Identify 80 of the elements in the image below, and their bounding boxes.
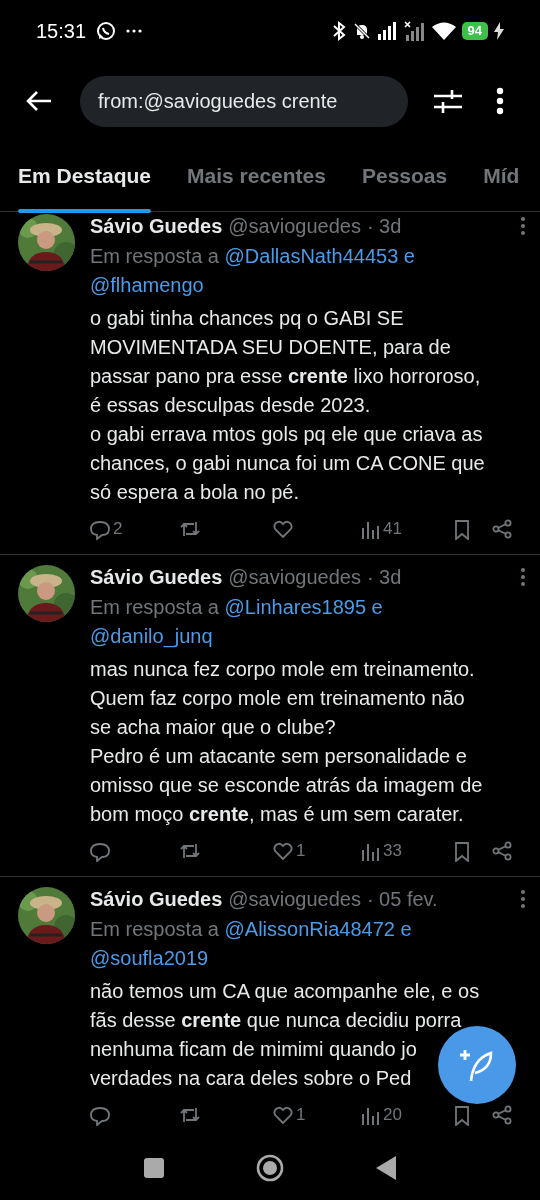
muted-bell-icon bbox=[351, 21, 372, 41]
reply-context: Em resposta a @DallasNath44453 e @flhamengo bbox=[90, 244, 416, 298]
post-text-line: omisso que se esconde atrás da imagem de bbox=[90, 773, 483, 798]
post-text-line: só espera a bola no pé. bbox=[90, 480, 300, 505]
mention-link[interactable]: @AlissonRia48472 bbox=[224, 918, 395, 940]
charging-icon bbox=[494, 22, 504, 40]
avatar bbox=[18, 887, 75, 944]
post-text-line: verdades na cara deles sobre o Ped bbox=[90, 1066, 412, 1091]
post-text-line: é essas desculpas desde 2023. bbox=[90, 393, 371, 418]
post-date: · 05 fev. bbox=[366, 887, 438, 912]
filter-icon[interactable] bbox=[434, 89, 462, 113]
author-name[interactable]: Sávio Guedes bbox=[90, 212, 223, 241]
post-text-line: Pedro é um atacante sem personalidade e bbox=[90, 744, 467, 769]
reply-icon[interactable] bbox=[90, 518, 110, 540]
post-text-line: se acha maior que o clube? bbox=[90, 715, 336, 740]
post-text-line: bom moço crente, mas é um sem carater. bbox=[90, 802, 464, 827]
post-date: · 3d bbox=[366, 214, 402, 239]
mention-link[interactable]: @danilo_junq bbox=[90, 625, 213, 647]
heart-icon[interactable] bbox=[273, 840, 293, 862]
reply-count: 2 bbox=[113, 518, 123, 541]
post-text-line: MOVIMENTADA SEU DOENTE, para de bbox=[90, 335, 451, 360]
post-text-line: o gabi tinha chances pq o GABI SE bbox=[90, 306, 404, 331]
bluetooth-icon bbox=[331, 21, 346, 41]
bookmark-icon[interactable] bbox=[452, 1104, 472, 1126]
back-button-icon[interactable] bbox=[376, 1156, 396, 1180]
avatar bbox=[18, 565, 75, 622]
mention-link[interactable]: @Linhares1895 bbox=[224, 596, 367, 618]
author-handle: @savioguedes bbox=[228, 214, 361, 239]
like-count: 1 bbox=[296, 840, 306, 863]
reply-icon[interactable] bbox=[90, 840, 110, 862]
reply-icon[interactable] bbox=[90, 1104, 110, 1126]
views-count: 20 bbox=[383, 1104, 402, 1127]
post-text-line: o gabi errava mtos gols pq ele que criava as bbox=[90, 422, 483, 447]
share-icon[interactable] bbox=[492, 1104, 512, 1126]
search-tab[interactable]: Míd bbox=[483, 140, 520, 211]
mention-link[interactable]: @DallasNath44453 bbox=[224, 245, 399, 267]
views-count: 41 bbox=[383, 518, 402, 541]
author-handle: @savioguedes bbox=[228, 887, 361, 912]
heart-icon[interactable] bbox=[273, 1104, 293, 1126]
battery-level: 94 bbox=[461, 22, 488, 40]
search-tab[interactable]: Pessoas bbox=[361, 140, 448, 211]
heart-icon[interactable] bbox=[273, 518, 293, 540]
post-text-line: fãs desse crente que nunca decidiu porra bbox=[90, 1008, 462, 1033]
post-text-line: mas nunca fez corpo mole em treinamento. bbox=[90, 657, 475, 682]
compose-feather-icon bbox=[459, 1047, 495, 1083]
author-name[interactable]: Sávio Guedes bbox=[90, 562, 223, 592]
post-menu-icon[interactable] bbox=[520, 889, 526, 909]
search-field[interactable]: from:@savioguedes crente bbox=[80, 75, 408, 127]
post-text-line: passar pano pra esse crente lixo horroroso, bbox=[90, 364, 481, 389]
reply-context: Em resposta a @Linhares1895 e @danilo_junq bbox=[90, 595, 384, 650]
share-icon[interactable] bbox=[492, 840, 512, 862]
share-icon[interactable] bbox=[492, 518, 512, 540]
post-date: · 3d bbox=[366, 565, 402, 590]
bookmark-icon[interactable] bbox=[452, 840, 472, 862]
post-menu-icon[interactable] bbox=[520, 567, 526, 587]
search-tab[interactable]: Mais recentes bbox=[187, 140, 326, 211]
post-text-line: não temos um CA que acompanhe ele, e os bbox=[90, 979, 480, 1004]
wifi-icon bbox=[431, 22, 456, 40]
post-text-line: nenhuma ficam de mimimi quando jo bbox=[90, 1037, 417, 1062]
avatar bbox=[18, 214, 75, 271]
more-notifications-icon bbox=[126, 29, 143, 33]
clock-time: 15:31 bbox=[36, 19, 87, 44]
author-handle: @savioguedes bbox=[228, 565, 361, 590]
post-text-line: chances, o gabi nunca foi um CA CONE que bbox=[90, 451, 485, 476]
views-count: 33 bbox=[383, 840, 402, 863]
mention-link[interactable]: @flhamengo bbox=[90, 274, 204, 296]
bookmark-icon[interactable] bbox=[452, 518, 472, 540]
no-signal-icon bbox=[403, 21, 426, 41]
back-arrow-icon[interactable] bbox=[26, 90, 52, 112]
home-button-icon[interactable] bbox=[256, 1154, 284, 1182]
like-count: 1 bbox=[296, 1104, 306, 1127]
reply-context: Em resposta a @AlissonRia48472 e @soufla2019 bbox=[90, 917, 413, 971]
post-menu-icon[interactable] bbox=[520, 216, 526, 236]
mention-link[interactable]: @soufla2019 bbox=[90, 947, 209, 969]
chat-app-icon bbox=[96, 21, 117, 41]
more-options-icon[interactable] bbox=[496, 87, 504, 115]
signal-icon bbox=[377, 22, 398, 40]
author-name[interactable]: Sávio Guedes bbox=[90, 884, 223, 914]
post-text-line: Quem faz corpo mole em treinamento não bbox=[90, 686, 465, 711]
search-tab[interactable]: Em Destaque bbox=[18, 140, 152, 211]
